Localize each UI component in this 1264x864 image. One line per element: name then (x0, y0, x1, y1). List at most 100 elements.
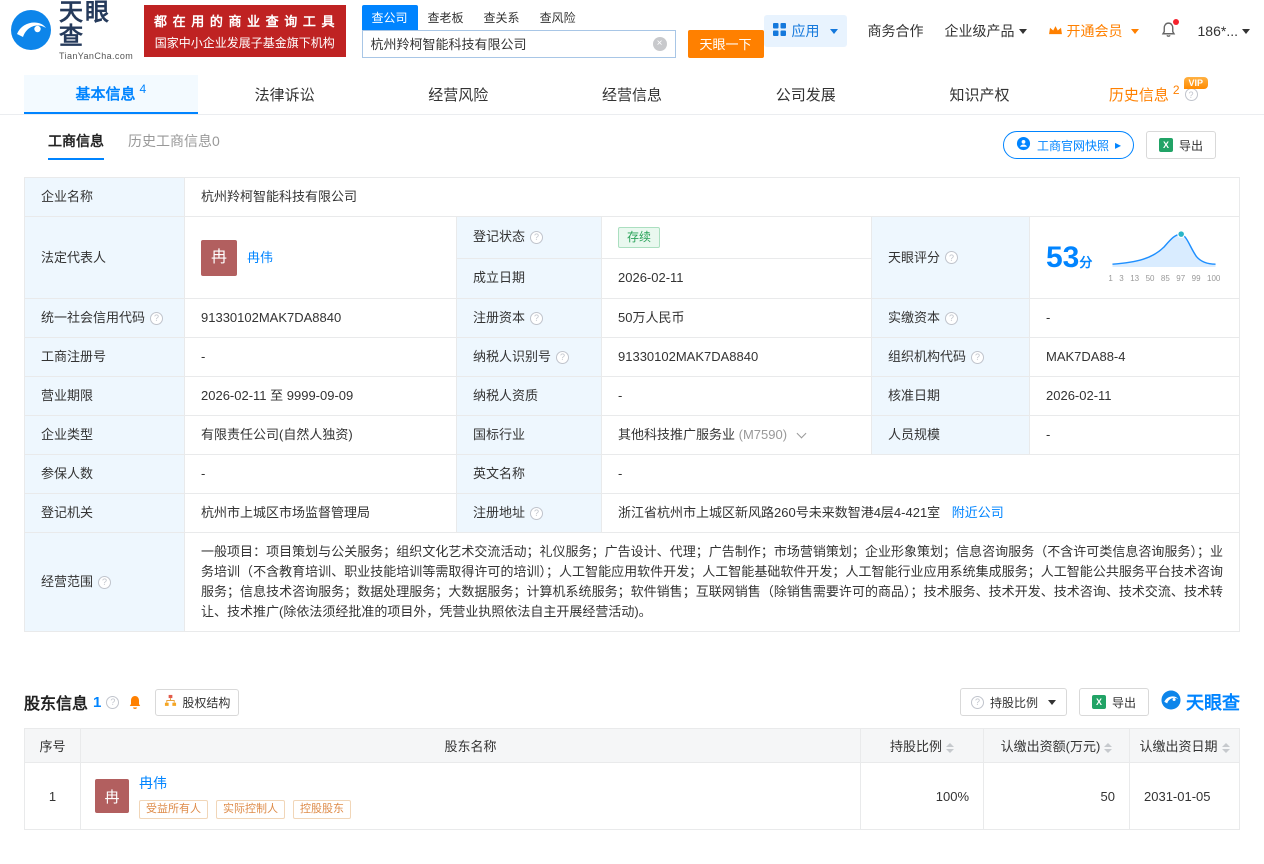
shareholders-table-header: 序号 股东名称 持股比例 认缴出资额(万元) 认缴出资日期 (25, 729, 1240, 763)
column-header-sortable[interactable]: 持股比例 (861, 729, 984, 763)
ratio-filter-label: 持股比例 (990, 694, 1038, 711)
reg-status-cell: 存续 (602, 217, 872, 259)
clear-search-icon[interactable]: × (653, 37, 667, 51)
tab-operational-risk[interactable]: 经营风险 (371, 75, 545, 114)
field-label: 人员规模 (872, 416, 1030, 455)
field-label: 成立日期 (457, 258, 602, 298)
crown-icon (1048, 23, 1063, 39)
shareholder-avatar[interactable]: 冉 (95, 779, 129, 813)
tianyancha-logo-icon (10, 9, 52, 54)
row-reg-authority: 登记机关 杭州市上城区市场监督管理局 注册地址? 浙江省杭州市上城区新风路260… (25, 494, 1240, 533)
help-icon[interactable]: ? (106, 696, 119, 709)
vip-badge: VIP (1184, 77, 1209, 89)
sort-icon[interactable] (1222, 743, 1230, 753)
help-icon[interactable]: ? (971, 351, 984, 364)
help-icon[interactable]: ? (98, 576, 111, 589)
shareholders-count: 1 (93, 694, 101, 711)
help-icon[interactable]: ? (1185, 88, 1198, 101)
establish-date-value: 2026-02-11 (602, 258, 872, 298)
help-icon[interactable]: ? (945, 251, 958, 264)
help-icon[interactable]: ? (945, 312, 958, 325)
taxpayer-quality-value: - (602, 377, 872, 416)
tab-basic-info[interactable]: 基本信息 4 (24, 75, 198, 114)
tab-legal-proceedings[interactable]: 法律诉讼 (198, 75, 372, 114)
main-tabs: 基本信息 4 法律诉讼 经营风险 经营信息 公司发展 知识产权 VIP 历史信息… (0, 75, 1264, 115)
field-label: 企业类型 (25, 416, 185, 455)
column-header: 股东名称 (81, 729, 861, 763)
search-tab-relation[interactable]: 查关系 (474, 5, 530, 30)
field-label: 营业期限 (25, 377, 185, 416)
notification-dot (1173, 19, 1179, 25)
tab-company-development[interactable]: 公司发展 (719, 75, 893, 114)
shareholder-name-link[interactable]: 冉伟 (139, 775, 167, 791)
nav-enterprise-label: 企业级产品 (945, 21, 1015, 41)
shareholders-export-button[interactable]: X 导出 (1079, 688, 1149, 716)
help-icon[interactable]: ? (556, 351, 569, 364)
subtab-history-registration[interactable]: 历史工商信息0 (128, 131, 220, 158)
ratio-filter-dropdown[interactable]: ? 持股比例 (960, 688, 1067, 716)
caret-down-icon (1131, 29, 1139, 34)
tab-label: 经营信息 (602, 84, 662, 105)
shareholder-row: 1 冉 冉伟 受益所有人 实际控制人 控股股东 100% 50 2031-0 (25, 763, 1240, 830)
apps-menu[interactable]: 应用 (764, 15, 847, 47)
industry-value: 其他科技推广服务业 (M7590) (602, 416, 872, 455)
search-tab-company[interactable]: 查公司 (362, 5, 418, 30)
help-icon[interactable]: ? (530, 231, 543, 244)
help-icon[interactable]: ? (150, 312, 163, 325)
tag-actual-controller[interactable]: 实际控制人 (216, 800, 285, 819)
legal-rep-avatar[interactable]: 冉 (201, 240, 237, 276)
tab-count: 4 (140, 82, 147, 96)
tianyancha-logo[interactable]: 天眼查 TianYanCha.com (10, 1, 134, 61)
row-insured-count: 参保人数 - 英文名称 - (25, 455, 1240, 494)
search-input[interactable] (371, 36, 653, 51)
monitor-bell-icon[interactable] (127, 694, 143, 710)
row-business-scope: 经营范围? 一般项目：项目策划与公关服务；组织文化艺术交流活动；礼仪服务；广告设… (25, 533, 1240, 632)
field-label: 登记状态? (457, 217, 602, 259)
field-label: 经营范围? (25, 533, 185, 632)
tag-controlling-shareholder[interactable]: 控股股东 (293, 800, 351, 819)
nav-open-vip[interactable]: 开通会员 (1048, 21, 1139, 41)
caret-down-icon (1242, 29, 1250, 34)
tab-intellectual-property[interactable]: 知识产权 (893, 75, 1067, 114)
nav-business-cooperation[interactable]: 商务合作 (868, 21, 924, 41)
field-label: 注册资本? (457, 299, 602, 338)
search-tab-boss[interactable]: 查老板 (418, 5, 474, 30)
company-info-table: 企业名称 杭州羚柯智能科技有限公司 法定代表人 冉 冉伟 登记状态? 存续 天眼… (24, 177, 1240, 632)
shareholders-title: 股东信息 (24, 690, 88, 714)
column-header-sortable[interactable]: 认缴出资日期 (1130, 729, 1240, 763)
nav-enterprise-products[interactable]: 企业级产品 (945, 21, 1027, 41)
vip-label: 开通会员 (1067, 21, 1123, 41)
official-snapshot-button[interactable]: 工商官网快照 ▸ (1003, 131, 1134, 159)
tab-history-info[interactable]: VIP 历史信息 2 ? (1066, 75, 1240, 114)
credit-code-value: 91330102MAK7DA8840 (185, 299, 457, 338)
tianyancha-logo-icon (1161, 690, 1181, 715)
tab-label: 历史信息 (1109, 84, 1169, 105)
snapshot-label: 工商官网快照 (1037, 137, 1109, 154)
staff-size-value: - (1030, 416, 1240, 455)
reg-address-value: 浙江省杭州市上城区新风路260号未来数智港4层4-421室 附近公司 (602, 494, 1240, 533)
arrow-right-icon: ▸ (1115, 138, 1121, 152)
nav-account-phone[interactable]: 186*... (1198, 23, 1250, 39)
nearby-companies-link[interactable]: 附近公司 (952, 505, 1004, 520)
sort-icon[interactable] (946, 743, 954, 753)
search-tab-risk[interactable]: 查风险 (530, 5, 586, 30)
export-button[interactable]: X 导出 (1146, 131, 1216, 159)
paid-capital-value: - (1030, 299, 1240, 338)
company-type-value: 有限责任公司(自然人独资) (185, 416, 457, 455)
shareholder-tags: 受益所有人 实际控制人 控股股东 (139, 800, 351, 819)
tab-business-info[interactable]: 经营信息 (545, 75, 719, 114)
sort-icon[interactable] (1104, 743, 1112, 753)
search-button[interactable]: 天眼一下 (688, 30, 764, 58)
tag-beneficial-owner[interactable]: 受益所有人 (139, 800, 208, 819)
equity-structure-button[interactable]: 股权结构 (155, 689, 239, 716)
legal-rep-link[interactable]: 冉伟 (247, 248, 273, 268)
business-term-value: 2026-02-11 至 9999-09-09 (185, 377, 457, 416)
column-header-sortable[interactable]: 认缴出资额(万元) (984, 729, 1130, 763)
caret-down-icon (830, 29, 838, 34)
subtab-business-registration[interactable]: 工商信息 (48, 131, 104, 160)
chevron-down-icon[interactable] (796, 429, 806, 439)
field-label: 统一社会信用代码? (25, 299, 185, 338)
help-icon[interactable]: ? (530, 312, 543, 325)
help-icon[interactable]: ? (530, 507, 543, 520)
notifications-bell[interactable] (1160, 21, 1177, 41)
